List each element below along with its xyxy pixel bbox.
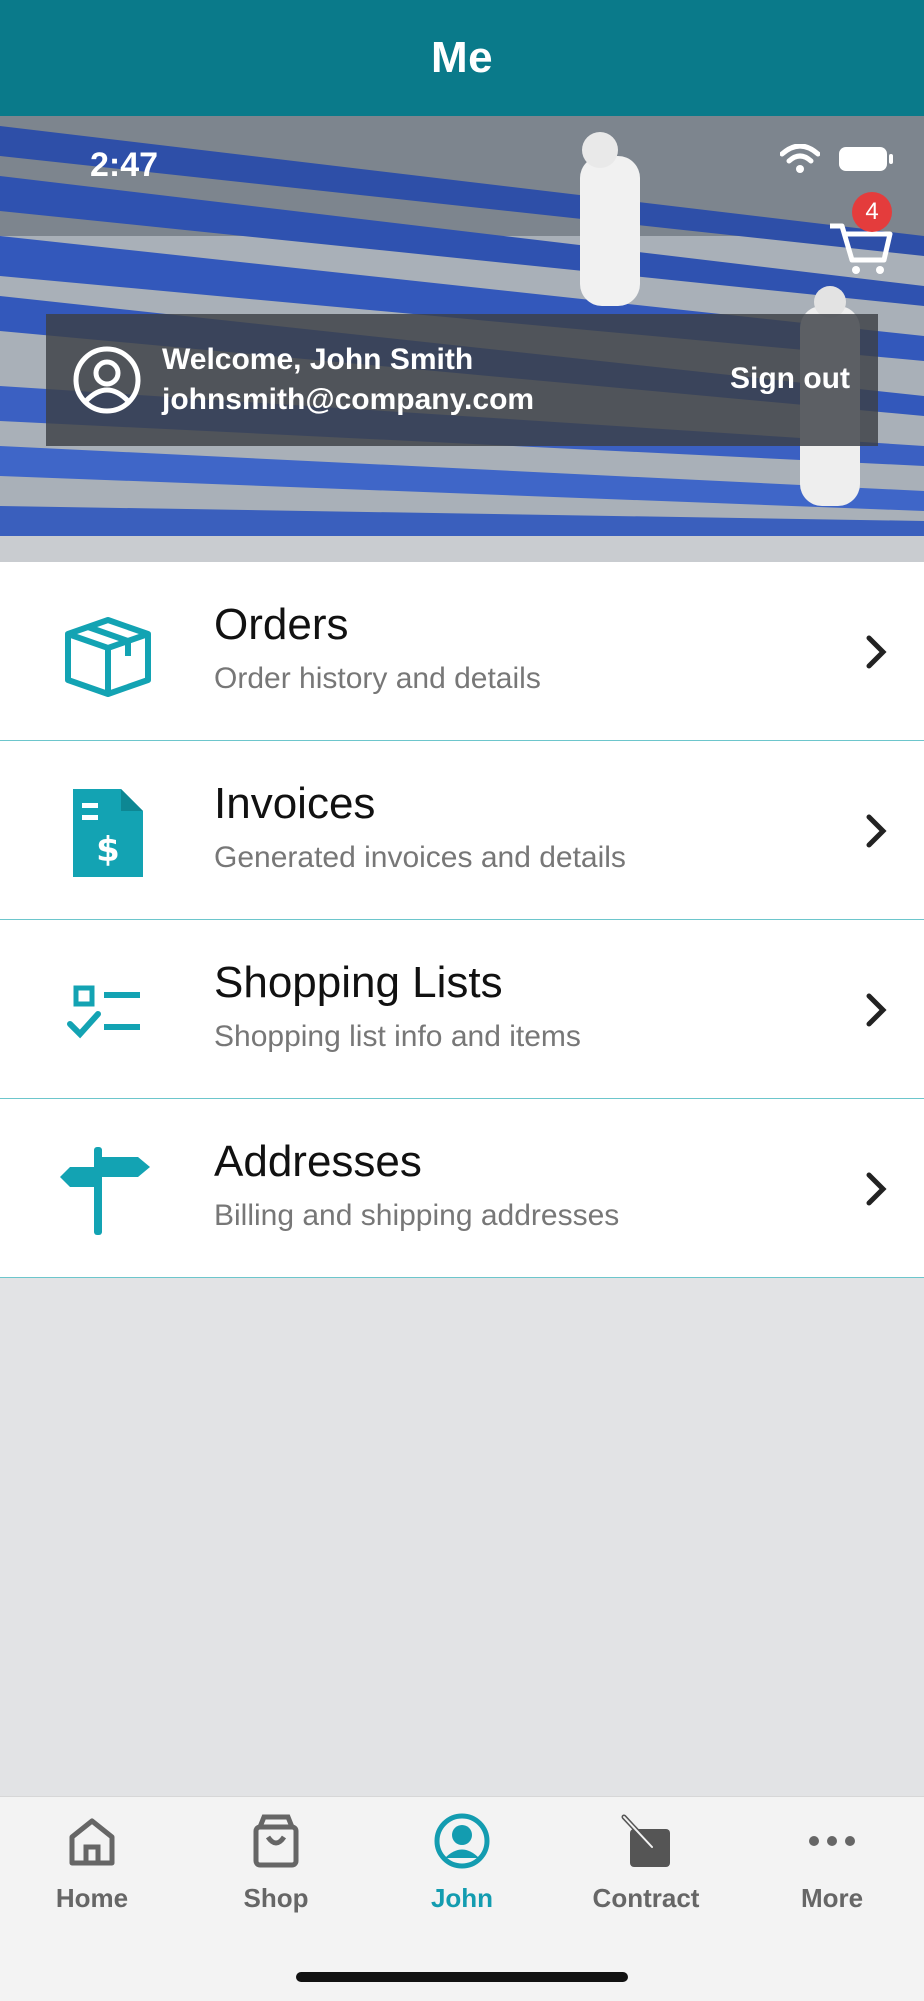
tab-more[interactable]: More [740, 1811, 924, 1914]
account-menu: Orders Order history and details $ Invoi… [0, 562, 924, 1278]
tab-bar: Home Shop John Contract More [0, 1796, 924, 2001]
tab-label: Contract [592, 1883, 700, 1913]
tab-label: Shop [243, 1883, 309, 1913]
tab-label: Home [55, 1883, 129, 1913]
contract-icon [621, 1814, 670, 1867]
menu-item-title: Invoices [214, 779, 376, 828]
cart-badge: 4 [852, 192, 892, 232]
invoice-icon: $ [73, 789, 143, 877]
wifi-icon [780, 144, 820, 173]
chevron-right-icon [866, 814, 887, 848]
menu-item-title: Shopping Lists [214, 958, 503, 1007]
menu-item-subtitle: Shopping list info and items [214, 1020, 581, 1053]
page-header: Me [0, 0, 924, 116]
tab-label: More [800, 1883, 864, 1913]
menu-item-shopping-lists[interactable]: Shopping Lists Shopping list info and it… [0, 920, 924, 1099]
sign-out-button[interactable]: Sign out [730, 362, 850, 396]
menu-item-subtitle: Order history and details [214, 662, 541, 695]
package-icon [65, 617, 151, 697]
more-icon [809, 1836, 855, 1846]
welcome-greeting: Welcome, John Smith [162, 343, 474, 376]
chevron-right-icon [866, 635, 887, 669]
chevron-right-icon [866, 1172, 887, 1206]
menu-item-title: Orders [214, 600, 349, 649]
page-title: Me [430, 33, 494, 82]
tab-home[interactable]: Home [0, 1811, 184, 1914]
user-icon [434, 1813, 490, 1869]
menu-item-subtitle: Billing and shipping addresses [214, 1199, 620, 1232]
shopping-bag-icon [253, 1814, 299, 1868]
menu-item-orders[interactable]: Orders Order history and details [0, 562, 924, 741]
svg-text:$: $ [96, 830, 120, 870]
user-circle-icon [73, 346, 141, 414]
chevron-right-icon [866, 993, 887, 1027]
tab-shop[interactable]: Shop [184, 1811, 368, 1914]
tab-contract[interactable]: Contract [554, 1811, 738, 1914]
home-icon [69, 1818, 115, 1866]
welcome-email: johnsmith@company.com [162, 383, 535, 416]
hero-banner: 2:47 4 Welcome, John Smith johnsmith@com… [0, 116, 924, 562]
status-time: 2:47 [90, 146, 159, 184]
checklist-icon [67, 985, 140, 1039]
tab-label: John [430, 1883, 494, 1913]
home-indicator [296, 1972, 628, 1982]
status-icons [780, 144, 894, 174]
menu-item-invoices[interactable]: $ Invoices Generated invoices and detail… [0, 741, 924, 920]
tab-john[interactable]: John [370, 1811, 554, 1914]
signpost-icon [60, 1147, 150, 1235]
welcome-card: Welcome, John Smith johnsmith@company.co… [46, 314, 878, 446]
menu-item-addresses[interactable]: Addresses Billing and shipping addresses [0, 1099, 924, 1278]
battery-icon [839, 147, 893, 171]
menu-item-subtitle: Generated invoices and details [214, 841, 626, 874]
menu-item-title: Addresses [214, 1137, 422, 1186]
